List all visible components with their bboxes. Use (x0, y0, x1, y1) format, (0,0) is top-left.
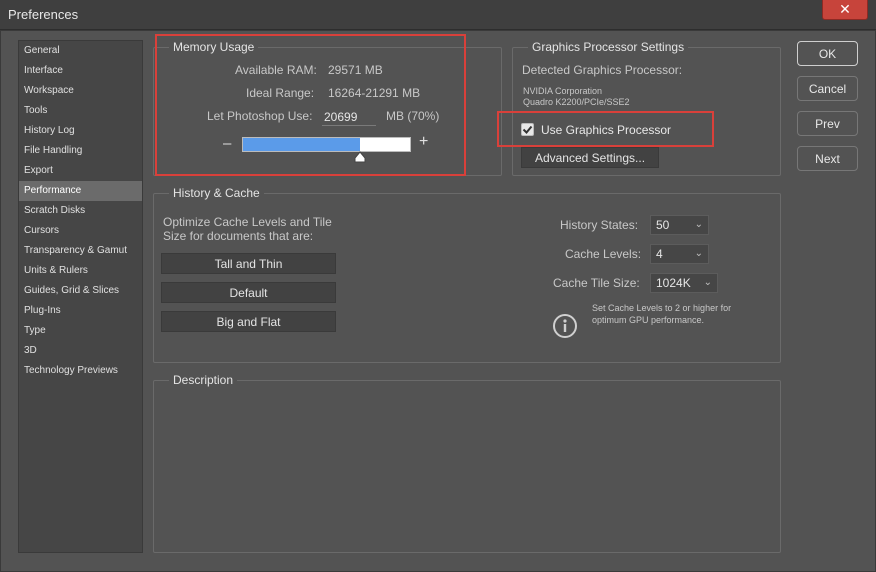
close-button[interactable]: ✕ (822, 0, 868, 20)
prev-button[interactable]: Prev (797, 111, 858, 136)
cache-levels-label: Cache Levels: (565, 247, 642, 261)
chevron-down-icon: ⌄ (694, 219, 703, 230)
cache-note-line2: optimum GPU performance. (592, 315, 705, 325)
sidebar-item-transparency-gamut[interactable]: Transparency & Gamut (19, 241, 142, 261)
memory-increase-button[interactable]: + (419, 133, 428, 151)
memory-slider-thumb[interactable] (354, 151, 366, 163)
sidebar-item-3d[interactable]: 3D (19, 341, 142, 361)
cancel-button[interactable]: Cancel (797, 76, 858, 101)
photoshop-use-suffix: MB (70%) (386, 109, 440, 123)
checkmark-icon (522, 125, 533, 134)
window-title: Preferences (8, 7, 79, 22)
cache-levels-value: 4 (656, 247, 663, 261)
sidebar-item-performance[interactable]: Performance (19, 181, 142, 201)
history-states-select[interactable]: 50 ⌄ (650, 215, 709, 235)
gpu-model: Quadro K2200/PCIe/SSE2 (523, 97, 630, 107)
memory-usage-title: Memory Usage (169, 40, 259, 54)
sidebar-item-technology-previews[interactable]: Technology Previews (19, 361, 142, 381)
sidebar-item-type[interactable]: Type (19, 321, 142, 341)
memory-slider[interactable] (242, 137, 411, 152)
advanced-settings-button[interactable]: Advanced Settings... (521, 147, 659, 168)
next-button[interactable]: Next (797, 146, 858, 171)
memory-slider-fill (243, 138, 360, 151)
sidebar-item-scratch-disks[interactable]: Scratch Disks (19, 201, 142, 221)
optimize-cache-text-line2: Size for documents that are: (163, 229, 314, 243)
sidebar-item-export[interactable]: Export (19, 161, 142, 181)
sidebar-item-history-log[interactable]: History Log (19, 121, 142, 141)
photoshop-use-input[interactable]: 20699 (322, 109, 376, 126)
info-icon (553, 314, 577, 338)
ideal-range-value: 16264-21291 MB (328, 86, 421, 100)
sidebar-item-file-handling[interactable]: File Handling (19, 141, 142, 161)
available-ram-value: 29571 MB (328, 63, 383, 77)
sidebar-item-workspace[interactable]: Workspace (19, 81, 142, 101)
use-gpu-checkbox[interactable] (521, 123, 534, 136)
sidebar-item-units-rulers[interactable]: Units & Rulers (19, 261, 142, 281)
tall-and-thin-button[interactable]: Tall and Thin (161, 253, 336, 274)
history-states-value: 50 (656, 218, 670, 232)
photoshop-use-label: Let Photoshop Use: (207, 109, 313, 123)
history-cache-title: History & Cache (169, 186, 264, 200)
description-group (153, 380, 781, 553)
title-bar: Preferences ✕ (0, 0, 876, 30)
chevron-down-icon: ⌄ (703, 277, 712, 288)
gpu-vendor: NVIDIA Corporation (523, 86, 603, 96)
sidebar-item-general[interactable]: General (19, 41, 142, 61)
sidebar-item-interface[interactable]: Interface (19, 61, 142, 81)
chevron-down-icon: ⌄ (694, 248, 703, 259)
description-title: Description (169, 373, 238, 387)
use-gpu-label[interactable]: Use Graphics Processor (541, 123, 671, 137)
cache-tile-size-select[interactable]: 1024K ⌄ (650, 273, 718, 293)
cache-levels-select[interactable]: 4 ⌄ (650, 244, 709, 264)
graphics-processor-title: Graphics Processor Settings (528, 40, 689, 54)
ideal-range-label: Ideal Range: (246, 86, 315, 100)
available-ram-label: Available RAM: (235, 63, 317, 77)
sidebar-item-guides-grid-slices[interactable]: Guides, Grid & Slices (19, 281, 142, 301)
cache-note-line1: Set Cache Levels to 2 or higher for (592, 303, 732, 313)
default-button[interactable]: Default (161, 282, 336, 303)
sidebar-item-plug-ins[interactable]: Plug-Ins (19, 301, 142, 321)
ok-button[interactable]: OK (797, 41, 858, 66)
cache-tile-size-value: 1024K (656, 276, 691, 290)
detected-gpu-label: Detected Graphics Processor: (522, 63, 683, 77)
sidebar-item-cursors[interactable]: Cursors (19, 221, 142, 241)
history-states-label: History States: (560, 218, 639, 232)
big-and-flat-button[interactable]: Big and Flat (161, 311, 336, 332)
optimize-cache-text-line1: Optimize Cache Levels and Tile (163, 215, 332, 229)
sidebar-item-tools[interactable]: Tools (19, 101, 142, 121)
close-icon: ✕ (839, 1, 851, 17)
cache-tile-size-label: Cache Tile Size: (553, 276, 640, 290)
preferences-sidebar: General Interface Workspace Tools Histor… (18, 40, 143, 553)
memory-decrease-button[interactable]: – (223, 135, 231, 152)
